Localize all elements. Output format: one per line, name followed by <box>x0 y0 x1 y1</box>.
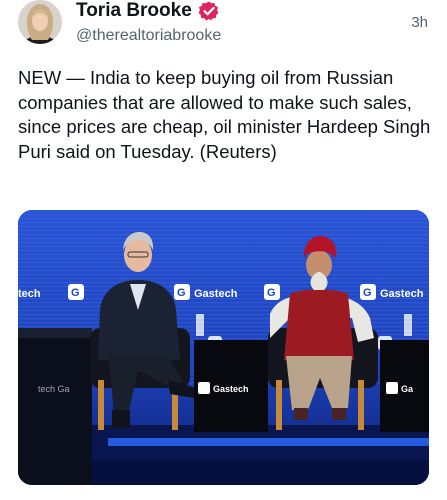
svg-text:tech Ga: tech Ga <box>38 384 70 394</box>
table-sign-text: Gastech <box>213 384 249 394</box>
tweet-media-image[interactable]: tech Gastech Gastech G G G G tech Ga Gas… <box>18 210 429 485</box>
tweet-text: NEW — India to keep buying oil from Russ… <box>18 67 436 162</box>
svg-text:G: G <box>267 287 276 299</box>
backdrop-text: Gastech <box>380 288 424 300</box>
event-photo: tech Gastech Gastech G G G G tech Ga Gas… <box>18 210 429 485</box>
svg-text:Ga: Ga <box>401 384 414 394</box>
backdrop-text: tech <box>18 288 41 300</box>
display-name[interactable]: Toria Brooke <box>76 0 192 22</box>
backdrop-text: Gastech <box>194 288 238 300</box>
user-handle[interactable]: @therealtoriabrooke <box>76 26 221 46</box>
timestamp[interactable]: 3h <box>411 14 428 31</box>
tweet-header: Toria Brooke @therealtoriabrooke 3h <box>0 0 447 60</box>
svg-text:G: G <box>71 287 80 299</box>
svg-text:G: G <box>177 287 186 299</box>
svg-text:G: G <box>363 287 372 299</box>
verified-badge-icon <box>198 0 220 22</box>
avatar[interactable] <box>18 0 62 44</box>
avatar-image <box>18 0 62 44</box>
